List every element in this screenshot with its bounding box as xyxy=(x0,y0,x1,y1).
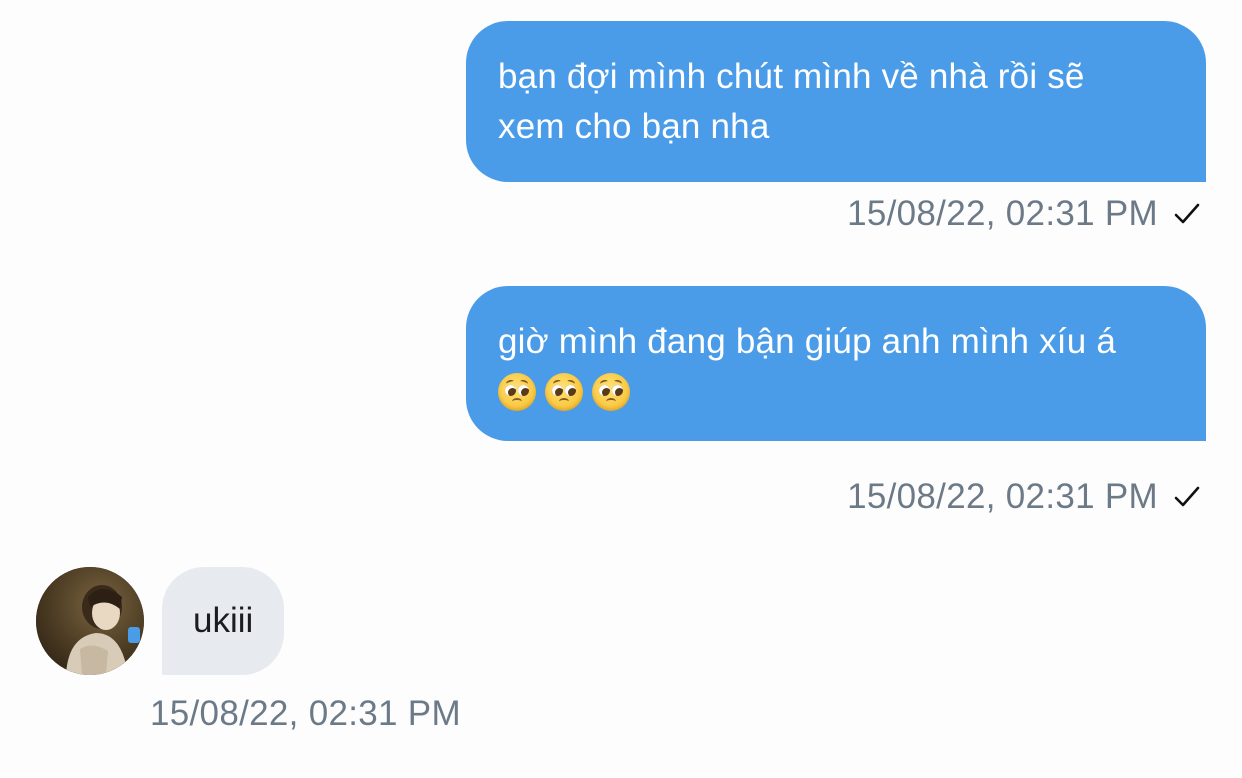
emoji-row xyxy=(498,373,1174,411)
avatar-image xyxy=(36,567,144,675)
pleading-face-icon xyxy=(545,373,583,411)
outgoing-message-bubble[interactable]: bạn đợi mình chút mình về nhà rồi sẽ xem… xyxy=(466,21,1206,182)
message-timestamp: 15/08/22, 02:31 PM xyxy=(847,194,1158,233)
message-text: ukiii xyxy=(193,601,254,640)
outgoing-message-bubble[interactable]: giờ mình đang bận giúp anh mình xíu á xyxy=(466,286,1206,441)
conversation: bạn đợi mình chút mình về nhà rồi sẽ xem… xyxy=(0,0,1242,778)
pleading-face-icon xyxy=(592,373,630,411)
incoming-message-bubble[interactable]: ukiii xyxy=(162,567,285,675)
message-meta: 15/08/22, 02:31 PM xyxy=(847,194,1202,234)
check-icon xyxy=(1174,486,1200,507)
check-icon xyxy=(1174,203,1200,224)
message-text-line: giờ mình đang bận giúp anh mình xíu á xyxy=(498,322,1116,361)
message-timestamp: 15/08/22, 02:31 PM xyxy=(150,694,461,733)
message-text-line: xem cho bạn nha xyxy=(498,107,770,146)
avatar[interactable] xyxy=(36,567,144,675)
message-timestamp: 15/08/22, 02:31 PM xyxy=(847,477,1158,516)
message-meta: 15/08/22, 02:31 PM xyxy=(847,477,1202,517)
message-text-line: bạn đợi mình chút mình về nhà rồi sẽ xyxy=(498,57,1085,96)
pleading-face-icon xyxy=(498,373,536,411)
